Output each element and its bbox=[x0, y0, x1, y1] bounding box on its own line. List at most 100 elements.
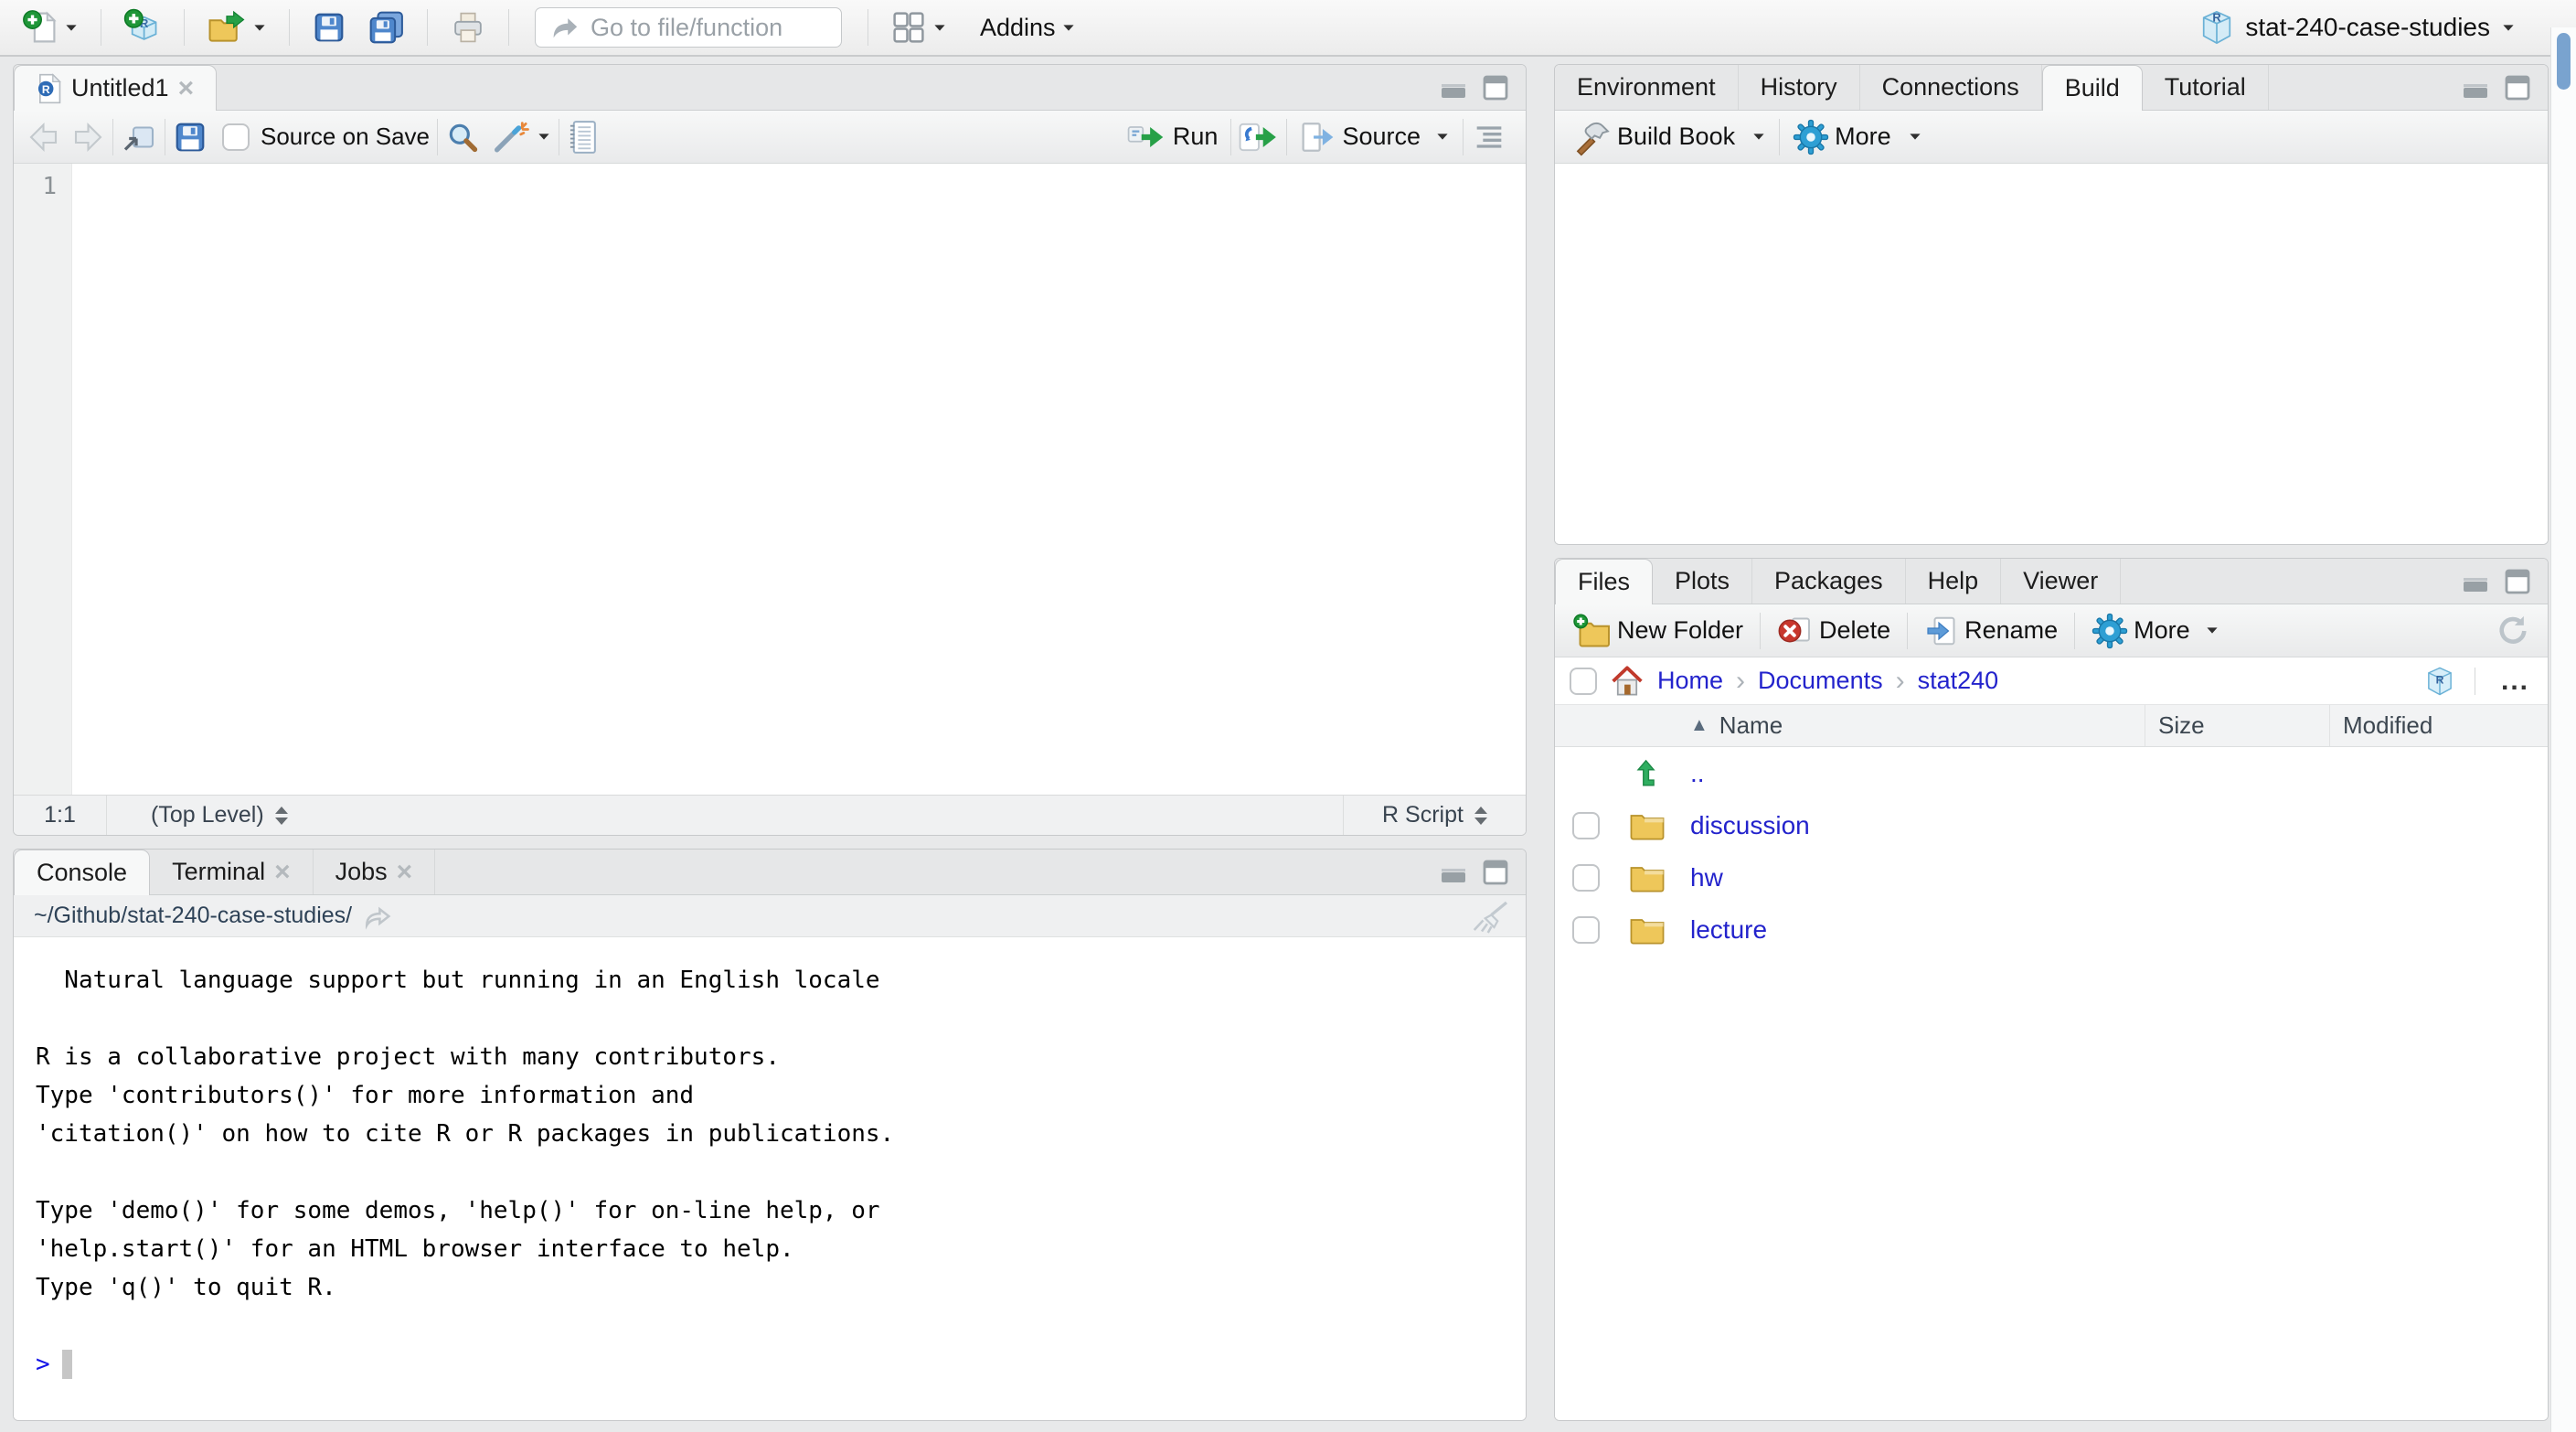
breadcrumb-documents[interactable]: Documents bbox=[1758, 667, 1883, 695]
new-file-button[interactable] bbox=[16, 7, 84, 48]
file-checkbox[interactable] bbox=[1572, 812, 1600, 839]
r-project-cube-icon: R bbox=[2199, 9, 2234, 46]
maximize-pane-icon[interactable] bbox=[2504, 75, 2531, 101]
tab-terminal[interactable]: Terminal × bbox=[150, 850, 314, 894]
file-checkbox[interactable] bbox=[1572, 864, 1600, 892]
console-output[interactable]: Natural language support but running in … bbox=[14, 937, 1526, 1420]
open-file-button[interactable] bbox=[201, 7, 272, 48]
table-row[interactable]: discussion bbox=[1555, 799, 2548, 851]
tab-label: Viewer bbox=[2023, 567, 2098, 595]
chevron-down-icon[interactable] bbox=[538, 134, 548, 139]
delete-button[interactable]: Delete bbox=[1772, 613, 1896, 649]
close-icon[interactable]: × bbox=[178, 75, 195, 102]
files-more-button[interactable]: More bbox=[2086, 611, 2225, 651]
column-header-modified[interactable]: Modified bbox=[2329, 705, 2548, 746]
scrollbar-thumb[interactable] bbox=[2557, 33, 2571, 90]
new-folder-label: New Folder bbox=[1617, 616, 1743, 645]
table-row[interactable]: .. bbox=[1555, 747, 2548, 799]
home-icon[interactable] bbox=[1610, 665, 1645, 698]
save-icon[interactable] bbox=[173, 120, 208, 155]
hammer-icon bbox=[1573, 118, 1612, 156]
close-icon[interactable]: × bbox=[274, 859, 291, 886]
new-folder-button[interactable]: New Folder bbox=[1568, 612, 1749, 650]
window-scrollbar[interactable] bbox=[2550, 27, 2576, 1432]
tab-plots[interactable]: Plots bbox=[1653, 559, 1752, 604]
breadcrumb-home[interactable]: Home bbox=[1657, 667, 1723, 695]
table-row[interactable]: lecture bbox=[1555, 903, 2548, 956]
file-link[interactable]: hw bbox=[1690, 863, 1723, 892]
tab-files[interactable]: Files bbox=[1555, 559, 1653, 604]
rename-button[interactable]: Rename bbox=[1919, 613, 2063, 649]
tab-jobs[interactable]: Jobs × bbox=[314, 850, 436, 894]
refresh-icon[interactable] bbox=[2493, 613, 2529, 649]
minimize-pane-icon[interactable] bbox=[2462, 570, 2489, 593]
column-header-size[interactable]: Size bbox=[2145, 705, 2329, 746]
open-in-new-window-icon[interactable] bbox=[121, 121, 157, 154]
tab-untitled1[interactable]: R Untitled1 × bbox=[14, 65, 217, 111]
file-link[interactable]: lecture bbox=[1690, 915, 1767, 945]
code-editor[interactable]: 1 bbox=[14, 164, 1526, 795]
file-checkbox[interactable] bbox=[1572, 916, 1600, 944]
tab-history[interactable]: History bbox=[1739, 65, 1860, 110]
chevron-down-icon[interactable] bbox=[1910, 134, 1920, 139]
header-label: Name bbox=[1719, 711, 1783, 740]
console-line: Type 'q()' to quit R. bbox=[36, 1268, 1526, 1307]
build-toolbar: Build Book More bbox=[1555, 111, 2548, 164]
compile-report-icon[interactable] bbox=[567, 119, 598, 155]
build-book-button[interactable]: Build Book bbox=[1568, 116, 1772, 158]
close-icon[interactable]: × bbox=[397, 859, 413, 886]
project-menu-button[interactable]: R stat-240-case-studies bbox=[2199, 9, 2516, 46]
back-icon[interactable] bbox=[27, 121, 63, 154]
maximize-pane-icon[interactable] bbox=[2504, 569, 2531, 594]
console-line: Natural language support but running in … bbox=[36, 961, 1526, 999]
goto-directory-arrow-icon[interactable] bbox=[363, 903, 394, 930]
tab-viewer[interactable]: Viewer bbox=[2001, 559, 2121, 604]
source-on-save-checkbox[interactable] bbox=[222, 123, 250, 151]
forward-icon[interactable] bbox=[69, 121, 105, 154]
column-options-button[interactable]: ... bbox=[2496, 666, 2535, 697]
run-button[interactable]: Run bbox=[1122, 119, 1224, 155]
goto-file-input[interactable]: Go to file/function bbox=[535, 7, 842, 48]
clear-console-broom-icon[interactable] bbox=[1471, 899, 1509, 934]
tab-help[interactable]: Help bbox=[1906, 559, 2002, 604]
save-button[interactable] bbox=[306, 8, 352, 47]
chevron-down-icon[interactable] bbox=[2207, 627, 2217, 633]
r-project-cube-icon[interactable]: R bbox=[2425, 666, 2454, 697]
minimize-pane-icon[interactable] bbox=[1440, 76, 1467, 100]
document-outline-icon[interactable] bbox=[1471, 122, 1507, 153]
scope-selector[interactable]: (Top Level) bbox=[107, 802, 288, 828]
column-header-name[interactable]: ▲ Name bbox=[1555, 711, 2145, 740]
minimize-pane-icon[interactable] bbox=[1440, 860, 1467, 884]
breadcrumb-stat240[interactable]: stat240 bbox=[1918, 667, 1999, 695]
print-button[interactable] bbox=[444, 7, 492, 48]
table-row[interactable]: hw bbox=[1555, 851, 2548, 903]
panes-layout-button[interactable] bbox=[885, 7, 953, 48]
tab-console[interactable]: Console bbox=[14, 850, 150, 895]
editor-text-area[interactable] bbox=[72, 164, 1526, 795]
divider bbox=[1760, 613, 1761, 649]
file-link[interactable]: .. bbox=[1690, 759, 1705, 788]
tab-packages[interactable]: Packages bbox=[1752, 559, 1906, 604]
console-input-row[interactable]: > bbox=[36, 1345, 1526, 1384]
chevron-down-icon[interactable] bbox=[1753, 134, 1763, 139]
source-button[interactable]: Source bbox=[1294, 119, 1455, 155]
chevron-down-icon[interactable] bbox=[1437, 134, 1447, 139]
tab-tutorial[interactable]: Tutorial bbox=[2143, 65, 2269, 110]
tab-connections[interactable]: Connections bbox=[1860, 65, 2042, 110]
rerun-icon[interactable] bbox=[1239, 121, 1279, 154]
select-all-checkbox[interactable] bbox=[1570, 668, 1597, 695]
addins-button[interactable]: Addins bbox=[974, 12, 1081, 44]
file-link[interactable]: discussion bbox=[1690, 811, 1810, 840]
tab-environment[interactable]: Environment bbox=[1555, 65, 1739, 110]
code-tools-wand-icon[interactable] bbox=[493, 120, 529, 155]
minimize-pane-icon[interactable] bbox=[2462, 76, 2489, 100]
maximize-pane-icon[interactable] bbox=[1482, 75, 1509, 101]
find-replace-icon[interactable] bbox=[445, 120, 480, 155]
save-all-button[interactable] bbox=[361, 7, 410, 48]
build-more-button[interactable]: More bbox=[1787, 117, 1928, 157]
maximize-pane-icon[interactable] bbox=[1482, 860, 1509, 885]
new-project-button[interactable]: R bbox=[118, 6, 167, 48]
tab-build[interactable]: Build bbox=[2042, 65, 2143, 111]
rename-icon bbox=[1924, 614, 1959, 647]
file-type-selector[interactable]: R Script bbox=[1343, 796, 1526, 835]
